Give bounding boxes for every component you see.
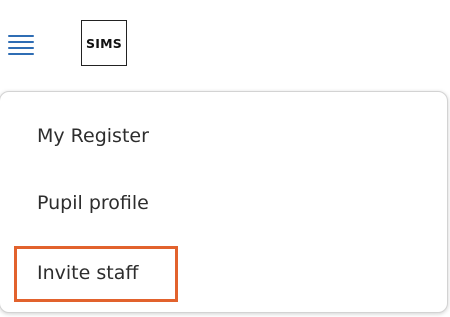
hamburger-line (8, 47, 34, 49)
hamburger-line (8, 53, 34, 55)
hamburger-line (8, 35, 34, 37)
menu-item-my-register[interactable]: My Register (37, 124, 149, 148)
menu-item-invite-staff[interactable]: Invite staff (37, 261, 138, 285)
hamburger-line (8, 41, 34, 43)
sims-logo[interactable]: SIMS (81, 20, 127, 66)
top-bar: SIMS (0, 0, 450, 88)
hamburger-menu-icon[interactable] (6, 32, 36, 56)
navigation-menu: My Register Pupil profile Invite staff (0, 91, 448, 313)
menu-item-pupil-profile[interactable]: Pupil profile (37, 191, 149, 215)
